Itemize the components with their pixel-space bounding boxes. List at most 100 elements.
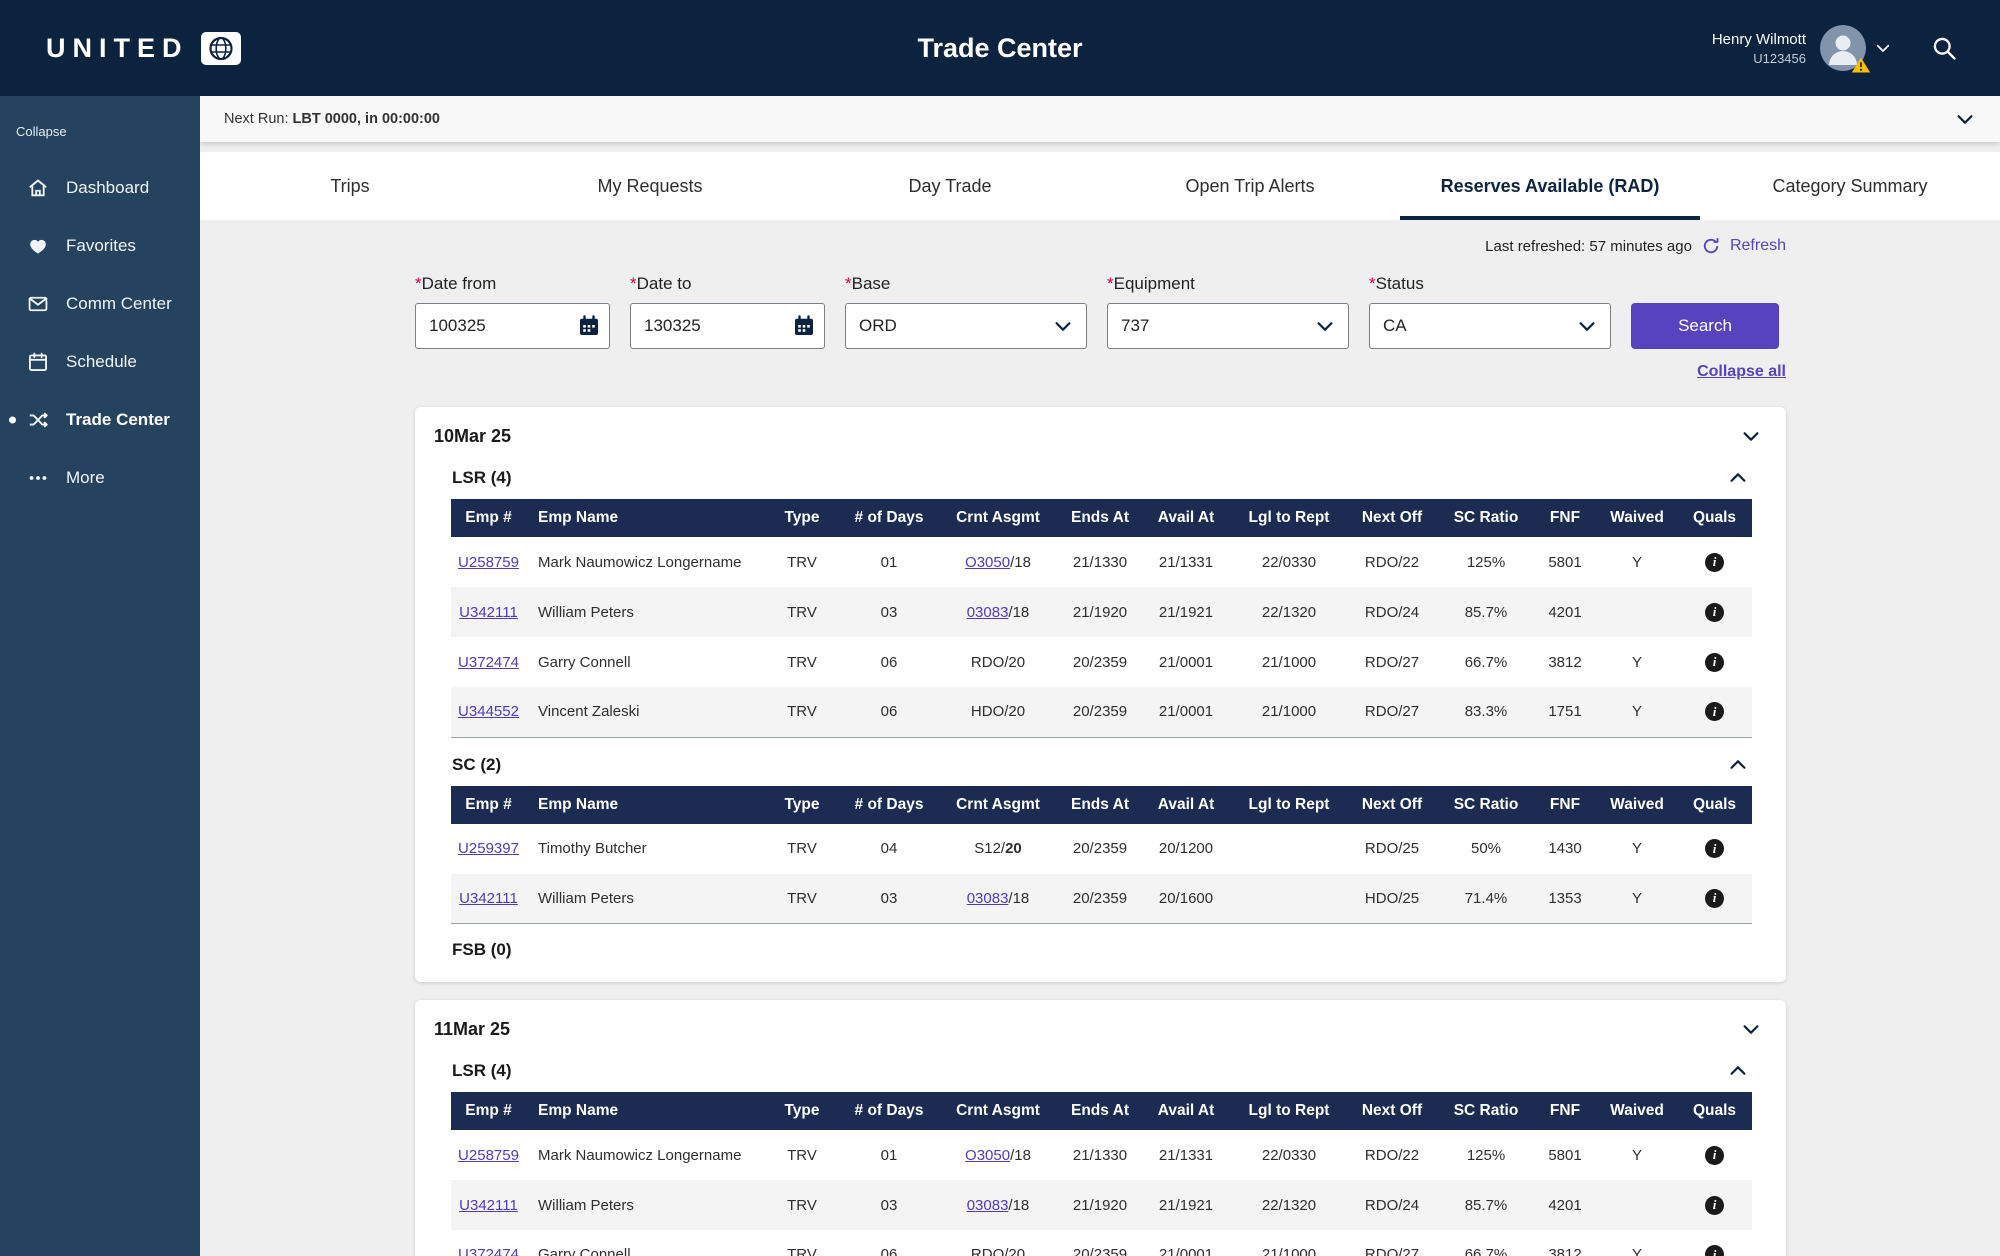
next-run-value: LBT 0000, in 00:00:00 (293, 111, 441, 127)
section-header-sc-2: SC (2) (452, 754, 1749, 776)
sidebar-item-trade-center[interactable]: Trade Center (0, 391, 200, 449)
next-run-chevron-down-icon[interactable] (1954, 108, 1976, 130)
status-select-value: CA (1383, 316, 1407, 336)
quals-cell: i (1677, 1180, 1752, 1230)
info-icon[interactable]: i (1705, 702, 1724, 721)
emp-id-link[interactable]: U372474 (458, 1246, 519, 1256)
tab-label: Trips (330, 176, 369, 197)
chevron-down-icon (1314, 315, 1336, 337)
last-refreshed-text: Last refreshed: 57 minutes ago (1485, 238, 1692, 255)
tab-reserves-available-rad[interactable]: Reserves Available (RAD) (1400, 152, 1700, 220)
section-title: FSB (0) (452, 940, 512, 960)
info-icon[interactable]: i (1705, 1196, 1724, 1215)
tab-category-summary[interactable]: Category Summary (1700, 152, 2000, 220)
sidebar-item-comm-center[interactable]: Comm Center (0, 275, 200, 333)
top-header: UNITED Trade Center Henry Wilmott U12345… (0, 0, 2000, 96)
sidebar-item-schedule[interactable]: Schedule (0, 333, 200, 391)
equipment-select[interactable]: 737 (1107, 303, 1349, 349)
emp-id-link[interactable]: U344552 (458, 703, 519, 720)
next-off-cell: RDO/22 (1345, 1130, 1439, 1180)
chevron-down-icon[interactable] (1740, 1018, 1762, 1040)
emp-id-cell: U258759 (451, 537, 526, 587)
lgl-to-rept-cell (1233, 824, 1345, 874)
avatar[interactable] (1820, 25, 1866, 71)
sidebar-collapse-button[interactable]: Collapse (0, 96, 200, 159)
search-icon[interactable] (1930, 34, 1958, 62)
ends-at-cell: 21/1920 (1061, 1180, 1139, 1230)
column-header-emp: Emp # (451, 499, 526, 537)
field-equipment: *Equipment 737 (1107, 274, 1349, 349)
ends-at-cell: 20/2359 (1061, 687, 1139, 737)
fnf-cell: 4201 (1533, 1180, 1597, 1230)
emp-id-link[interactable]: U259397 (458, 840, 519, 857)
field-date-from: *Date from (415, 274, 610, 349)
waived-cell: Y (1597, 687, 1677, 737)
app-root: UNITED Trade Center Henry Wilmott U12345… (0, 0, 2000, 1256)
asgmt-link[interactable]: O3050 (965, 1147, 1010, 1164)
avail-at-cell: 20/1600 (1139, 874, 1233, 924)
asgmt-text: /18 (1010, 554, 1031, 571)
asgmt-text: RDO/20 (971, 1246, 1025, 1256)
chevron-down-icon[interactable] (1740, 425, 1762, 447)
calendar-icon[interactable] (792, 314, 816, 338)
calendar-icon[interactable] (577, 314, 601, 338)
emp-id-link[interactable]: U258759 (458, 554, 519, 571)
chevron-up-icon[interactable] (1727, 1060, 1749, 1082)
asgmt-link[interactable]: 03083 (967, 890, 1009, 907)
emp-id-cell: U259397 (451, 824, 526, 874)
quals-cell: i (1677, 687, 1752, 737)
tab-open-trip-alerts[interactable]: Open Trip Alerts (1100, 152, 1400, 220)
tab-day-trade[interactable]: Day Trade (800, 152, 1100, 220)
date-to-label-text: Date to (637, 274, 692, 293)
emp-id-link[interactable]: U372474 (458, 654, 519, 671)
collapse-all-link[interactable]: Collapse all (1697, 363, 1786, 385)
emp-id-link[interactable]: U258759 (458, 1147, 519, 1164)
tab-trips[interactable]: Trips (200, 152, 500, 220)
refresh-row: Last refreshed: 57 minutes ago Refresh (415, 234, 1786, 258)
united-globe-icon (201, 32, 241, 65)
tab-label: Category Summary (1772, 176, 1927, 197)
emp-id-link[interactable]: U342111 (459, 890, 518, 907)
refresh-icon[interactable] (1701, 236, 1721, 256)
asgmt-link[interactable]: 03083 (967, 1197, 1009, 1214)
info-icon[interactable]: i (1705, 553, 1724, 572)
asgmt-link[interactable]: O3050 (965, 554, 1010, 571)
info-icon[interactable]: i (1705, 1146, 1724, 1165)
ellipsis-icon (27, 467, 49, 489)
waived-cell (1597, 1180, 1677, 1230)
info-icon[interactable]: i (1705, 839, 1724, 858)
required-mark: * (415, 274, 422, 293)
sidebar-item-more[interactable]: More (0, 449, 200, 507)
avail-at-cell: 20/1200 (1139, 824, 1233, 874)
sidebar-item-favorites[interactable]: Favorites (0, 217, 200, 275)
fnf-cell: 5801 (1533, 537, 1597, 587)
emp-id-link[interactable]: U342111 (459, 1197, 518, 1214)
info-icon[interactable]: i (1705, 1245, 1724, 1256)
sc-ratio-cell: 66.7% (1439, 1230, 1533, 1256)
tab-my-requests[interactable]: My Requests (500, 152, 800, 220)
search-button[interactable]: Search (1631, 303, 1779, 349)
emp-id-link[interactable]: U342111 (459, 604, 518, 621)
sc-ratio-cell: 125% (1439, 537, 1533, 587)
status-label-text: Status (1376, 274, 1424, 293)
info-icon[interactable]: i (1705, 653, 1724, 672)
column-header-avail-at: Avail At (1139, 786, 1233, 824)
chevron-down-icon[interactable] (1874, 39, 1892, 57)
sidebar-item-dashboard[interactable]: Dashboard (0, 159, 200, 217)
base-select[interactable]: ORD (845, 303, 1087, 349)
column-header-lgl-to-rept: Lgl to Rept (1233, 786, 1345, 824)
asgmt-link[interactable]: 03083 (967, 604, 1009, 621)
type-cell: TRV (761, 874, 843, 924)
info-icon[interactable]: i (1705, 889, 1724, 908)
column-header-sc-ratio: SC Ratio (1439, 499, 1533, 537)
type-cell: TRV (761, 637, 843, 687)
info-icon[interactable]: i (1705, 603, 1724, 622)
status-select[interactable]: CA (1369, 303, 1611, 349)
united-logo[interactable]: UNITED (46, 32, 241, 65)
fnf-cell: 3812 (1533, 1230, 1597, 1256)
main-area: Next Run: LBT 0000, in 00:00:00 TripsMy … (200, 0, 2000, 1256)
chevron-up-icon[interactable] (1727, 754, 1749, 776)
collapse-all-row: Collapse all (415, 363, 1786, 385)
refresh-button[interactable]: Refresh (1730, 237, 1786, 255)
chevron-up-icon[interactable] (1727, 467, 1749, 489)
